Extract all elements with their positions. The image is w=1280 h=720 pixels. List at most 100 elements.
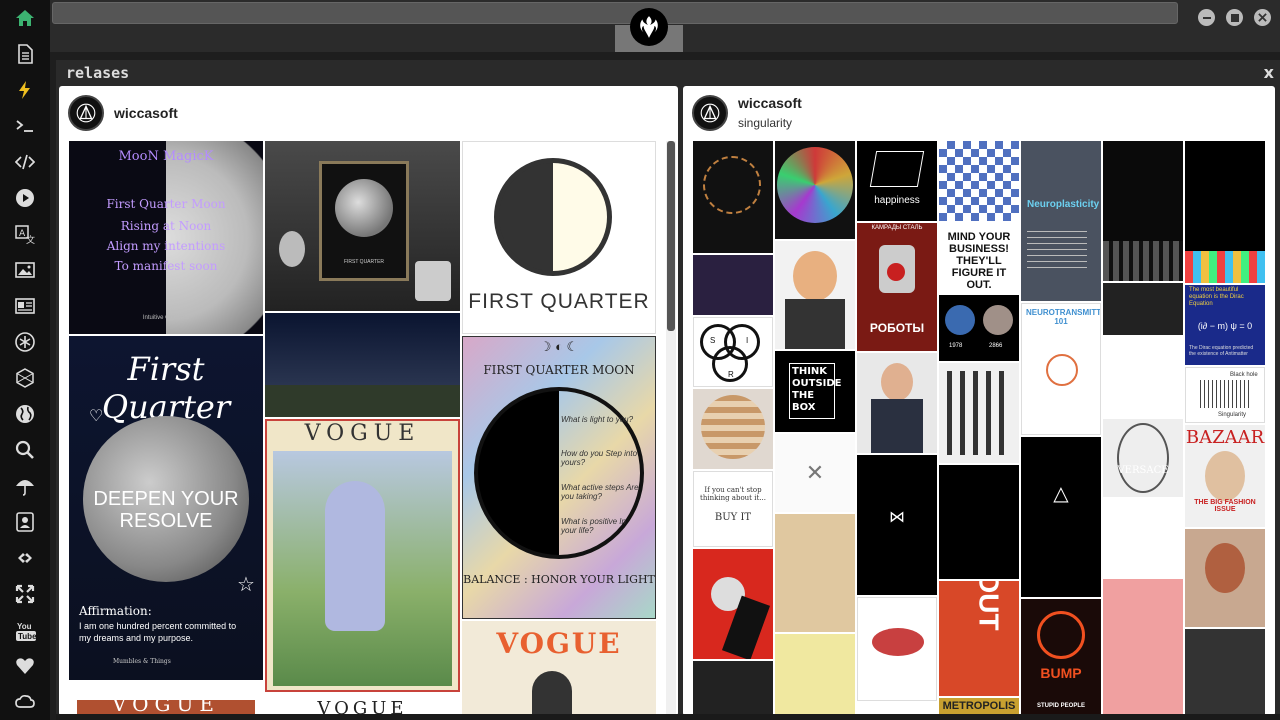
terminal-icon[interactable] (14, 115, 36, 137)
heart-icon[interactable] (14, 655, 36, 677)
right-board-card: wiccasoft singularity S I R If you can't… (683, 86, 1275, 716)
happiness-tile[interactable]: happiness (857, 141, 937, 221)
dark-figure-tile[interactable] (939, 465, 1019, 579)
neurotransmitters-tile[interactable]: NEUROTRANSMITTERS 101 (1021, 303, 1101, 435)
vogue-orange-tile[interactable]: VOGUE (462, 621, 656, 716)
city-night-tile[interactable] (1103, 141, 1183, 281)
scrollbar[interactable] (666, 141, 676, 716)
contacts-icon[interactable] (14, 511, 36, 533)
geometry-black-tile[interactable]: ⋈ (857, 455, 937, 595)
portrait-redhead-tile[interactable] (1185, 529, 1265, 627)
robots-title: РОБОТЫ (869, 321, 925, 335)
out-poster-tile[interactable]: OUT (939, 581, 1019, 696)
protest-sign-tile[interactable] (693, 255, 773, 315)
dark-sketch-tile[interactable] (1185, 629, 1265, 716)
umbrella-icon[interactable] (14, 475, 36, 497)
close-window-button[interactable] (1254, 9, 1271, 26)
venn-r: R (728, 370, 734, 379)
news-icon[interactable] (14, 295, 36, 317)
home-icon[interactable] (14, 7, 36, 29)
search-icon[interactable] (14, 439, 36, 461)
black-hole-tile[interactable]: Black hole Singularity (1185, 367, 1265, 423)
dirac-tile[interactable]: The most beautiful equation is the Dirac… (1185, 285, 1265, 365)
hexagon-icon[interactable] (14, 367, 36, 389)
vogue-cover-tile[interactable]: VOGUE (265, 419, 460, 692)
mind-business-tile[interactable]: MIND YOUR BUSINESS! THEY'LL FIGURE IT OU… (939, 223, 1019, 361)
robots-poster-tile[interactable]: КАМРАДЫ СТАЛЬ РОБОТЫ (857, 223, 937, 351)
beach-women-tile[interactable] (1103, 579, 1183, 716)
minimize-button[interactable] (1198, 9, 1215, 26)
asterisk-icon[interactable] (14, 331, 36, 353)
username[interactable]: wiccasoft (738, 95, 802, 111)
first-quarter-moon-tile[interactable]: ☽ ◐ ☾ FIRST QUARTER MOON What is light t… (462, 336, 656, 619)
lightning-icon[interactable] (14, 79, 36, 101)
avatar[interactable] (692, 95, 728, 131)
fq-question: How do you Step into yours? (561, 449, 638, 467)
link-icon[interactable] (14, 547, 36, 569)
lips-poster-tile[interactable] (857, 597, 937, 701)
jupiter-tile[interactable] (693, 389, 773, 469)
buy-it-tile[interactable]: If you can't stop thinking about it... B… (693, 471, 773, 547)
title-bar[interactable] (52, 2, 1178, 24)
top-bar (50, 0, 1280, 52)
beach-vintage-tile[interactable] (775, 514, 855, 632)
maximize-button[interactable] (1226, 9, 1243, 26)
moon-magick-tile[interactable]: MooN MagicK First Quarter Moon Rising at… (69, 141, 263, 334)
color-lines-tile[interactable] (775, 141, 855, 239)
panel-title: relases (66, 64, 130, 82)
sir-venn-tile[interactable]: S I R (693, 317, 773, 387)
neuroplasticity-title: Neuroplasticity (1027, 199, 1100, 210)
triangle-quote-tile[interactable]: △ (1021, 437, 1101, 597)
image-icon[interactable] (14, 259, 36, 281)
vogue-tile[interactable]: VOGUE (69, 682, 263, 716)
symbols-chart-tile[interactable] (1103, 499, 1183, 577)
username[interactable]: wiccasoft (114, 105, 178, 121)
yellow-portrait-tile[interactable] (775, 634, 855, 716)
expand-icon[interactable] (14, 583, 36, 605)
globe-icon[interactable] (14, 403, 36, 425)
neuroplasticity-tile[interactable]: Neuroplasticity (1021, 141, 1101, 301)
vogue-model-tile[interactable] (775, 241, 855, 349)
venn-i: I (746, 336, 749, 345)
youtube-icon[interactable]: You Tube (14, 619, 38, 643)
play-icon[interactable] (14, 187, 36, 209)
bazaar-tile[interactable]: BAZAAR THE BIG FASHION ISSUE (1185, 425, 1265, 527)
versace-title: VERSACE (1117, 465, 1169, 476)
code-icon[interactable] (14, 151, 36, 173)
avatar[interactable] (68, 95, 104, 131)
moon-magick-footer: Intuitive Goddess (142, 315, 190, 321)
red-poster-tile[interactable] (693, 549, 773, 659)
alphabet-tile[interactable] (939, 363, 1019, 463)
think-outside-box-tile[interactable]: THINK OUTSIDE THE BOX (775, 351, 855, 432)
hexagon-art-tile[interactable] (1103, 283, 1183, 335)
portrait-woman-tile[interactable] (857, 353, 937, 453)
cloud-icon[interactable] (14, 691, 36, 713)
string-art-tile[interactable] (693, 141, 773, 253)
black-hole-title: Black hole (1230, 372, 1258, 378)
newspaper-tile[interactable] (1103, 337, 1183, 417)
translate-icon[interactable]: A文 (14, 223, 36, 245)
moon-phases-landscape-tile[interactable] (265, 313, 460, 417)
document-icon[interactable] (14, 43, 36, 65)
calligraphy-tile[interactable] (693, 661, 773, 716)
panel-close-button[interactable]: x (1264, 63, 1274, 82)
bump-poster-tile[interactable]: BUMP STUPID PEOPLE (1021, 599, 1101, 716)
scrollbar-thumb[interactable] (667, 141, 675, 331)
vogue-tile[interactable]: VOGUE (265, 694, 460, 716)
left-board-card: wiccasoft MooN MagicK First Quarter Moon… (59, 86, 678, 716)
dirac-line1: The most beautiful equation is the Dirac… (1189, 287, 1244, 307)
robots-header: КАМРАДЫ СТАЛЬ (871, 225, 923, 231)
minimal-x-tile[interactable]: ✕ (775, 434, 855, 512)
deepen-resolve-tile[interactable]: First Quarter DEEPEN YOUR RESOLVE Affirm… (69, 336, 263, 680)
bazaar-title: BAZAAR (1185, 427, 1265, 448)
deepen-headline: DEEPEN YOUR RESOLVE (93, 488, 239, 532)
first-quarter-poster-tile[interactable]: FIRST QUARTER (265, 141, 460, 311)
versace-tile[interactable]: VERSACE (1103, 419, 1183, 497)
bazaar-subtitle: THE BIG FASHION ISSUE (1194, 499, 1256, 513)
releases-panel: relases x wiccasoft MooN MagicK First Qu… (56, 60, 1280, 720)
rebel-alliance-logo-icon[interactable] (630, 8, 668, 46)
tetris-tile[interactable] (1185, 141, 1265, 283)
board-subtitle: singularity (738, 116, 793, 130)
chess-board-tile[interactable] (939, 141, 1019, 221)
first-quarter-symbol-tile[interactable]: FIRST QUARTER (462, 141, 656, 334)
